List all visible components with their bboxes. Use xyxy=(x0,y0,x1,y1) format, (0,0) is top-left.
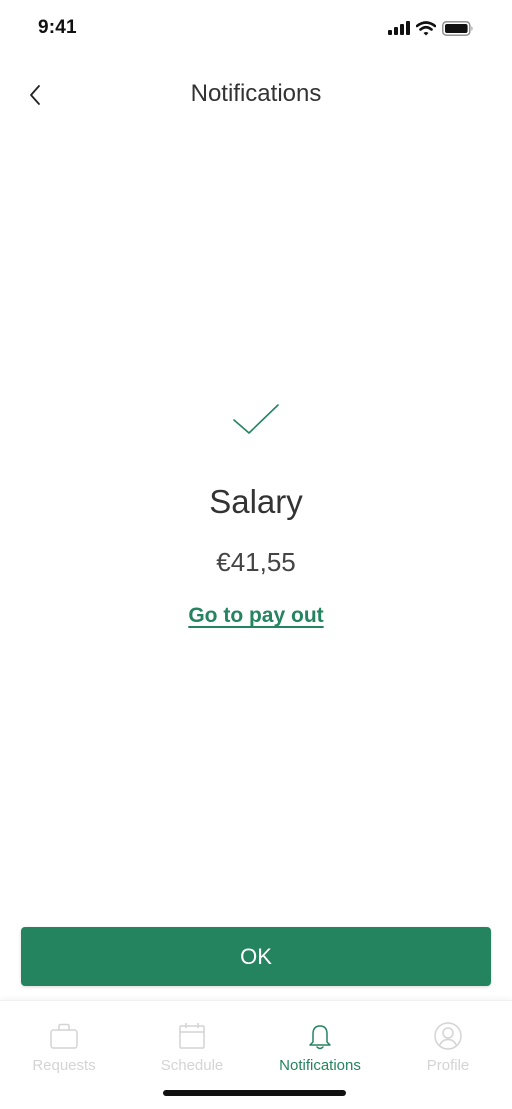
calendar-icon xyxy=(179,1023,205,1049)
tab-label: Schedule xyxy=(160,1057,224,1074)
status-bar: 9:41 xyxy=(0,0,512,58)
battery-icon xyxy=(442,20,473,36)
wifi-icon xyxy=(416,20,436,35)
notification-detail: Salary €41,55 Go to pay out xyxy=(0,400,512,630)
ok-button[interactable]: OK xyxy=(21,927,491,986)
home-indicator xyxy=(163,1090,346,1096)
tab-notifications[interactable]: Notifications xyxy=(256,1021,384,1081)
briefcase-icon xyxy=(50,1023,78,1049)
tab-label: Requests xyxy=(32,1057,96,1074)
tab-label: Profile xyxy=(426,1057,470,1074)
go-to-pay-out-link[interactable]: Go to pay out xyxy=(188,602,323,630)
status-time: 9:41 xyxy=(38,17,77,38)
notification-title: Salary xyxy=(209,483,303,520)
checkmark-icon xyxy=(233,404,279,434)
status-icons xyxy=(388,19,474,37)
tab-label: Notifications xyxy=(279,1057,361,1074)
notification-amount: €41,55 xyxy=(216,547,296,577)
tab-schedule[interactable]: Schedule xyxy=(128,1021,256,1081)
nav-header: Notifications xyxy=(0,70,512,120)
user-icon xyxy=(434,1022,462,1050)
bell-icon xyxy=(309,1025,331,1050)
signal-icon xyxy=(388,21,410,35)
page-title: Notifications xyxy=(190,80,322,107)
tab-profile[interactable]: Profile xyxy=(384,1021,512,1081)
tab-requests[interactable]: Requests xyxy=(0,1021,128,1081)
